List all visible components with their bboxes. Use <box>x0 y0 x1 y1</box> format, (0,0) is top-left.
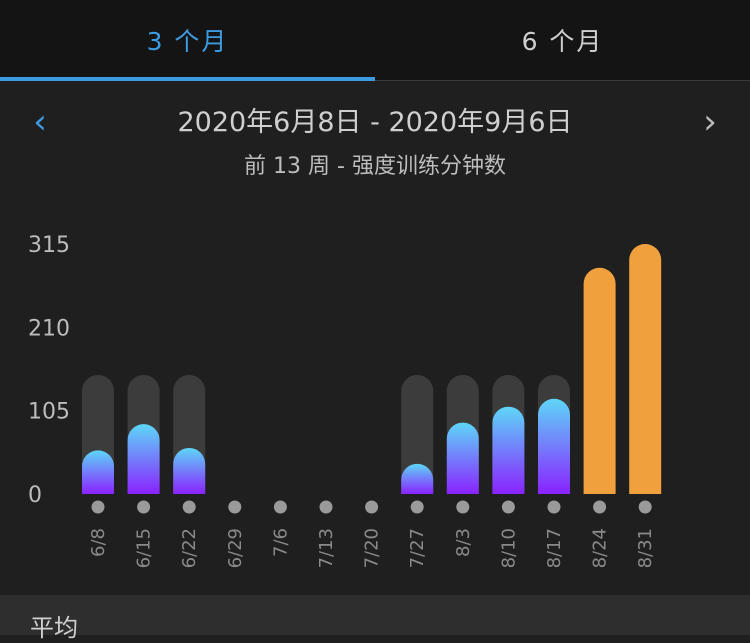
next-period-button[interactable]: › <box>685 100 735 144</box>
week-dot <box>182 500 196 514</box>
data-bar <box>127 424 160 494</box>
period-tab-bar: 3 个月 6 个月 <box>0 0 750 81</box>
week-dot <box>137 500 151 514</box>
x-tick-label: 8/10 <box>498 528 519 568</box>
x-tick-label: 8/3 <box>453 528 474 557</box>
data-bar <box>538 398 570 494</box>
data-bar <box>583 267 616 494</box>
x-tick-label: 7/6 <box>270 528 291 557</box>
x-tick-label: 8/24 <box>590 528 611 568</box>
x-tick-label: 8/31 <box>635 528 656 568</box>
week-dot <box>456 500 470 514</box>
data-bar <box>82 450 114 494</box>
data-bar <box>629 244 662 494</box>
average-label: 平均 <box>30 614 78 642</box>
data-bar <box>446 422 479 494</box>
week-dot <box>91 500 105 514</box>
strength-minutes-chart: 0 105 210 315 6/8 6/15 6/22 6/29 7/6 7/13 7/20 7/27… <box>28 233 662 568</box>
y-tick-label: 315 <box>28 233 70 258</box>
x-tick-label: 6/29 <box>225 528 246 568</box>
x-tick-label: 7/27 <box>407 528 428 568</box>
average-section <box>0 595 750 635</box>
date-range: 2020年6月8日 - 2020年9月6日 <box>177 107 573 138</box>
x-tick-label: 6/15 <box>134 528 155 568</box>
tab-3-months[interactable]: 3 个月 <box>0 0 375 80</box>
data-bar <box>492 406 525 494</box>
x-tick-label: 6/22 <box>179 528 200 568</box>
x-tick-label: 6/8 <box>88 528 109 557</box>
chart-subtitle: 前 13 周 - 强度训练分钟数 <box>244 154 506 179</box>
week-dot <box>547 500 561 514</box>
y-tick-label: 210 <box>28 316 70 341</box>
active-tab-indicator <box>0 77 375 81</box>
week-dot <box>410 500 424 514</box>
data-bar <box>173 447 206 494</box>
week-dot <box>638 500 652 514</box>
week-dot <box>319 500 333 514</box>
week-dot <box>501 500 515 514</box>
tab-6-months[interactable]: 6 个月 <box>375 0 750 80</box>
x-tick-label: 7/13 <box>316 528 337 568</box>
week-dot <box>273 500 287 514</box>
y-tick-label: 105 <box>28 400 70 425</box>
x-tick-label: 8/17 <box>544 528 565 568</box>
week-dot <box>228 500 242 514</box>
week-dot <box>593 500 607 514</box>
x-tick-label: 7/20 <box>362 528 383 568</box>
week-dot <box>365 500 379 514</box>
y-tick-label: 0 <box>28 483 42 508</box>
chevron-right-icon: › <box>703 102 717 142</box>
